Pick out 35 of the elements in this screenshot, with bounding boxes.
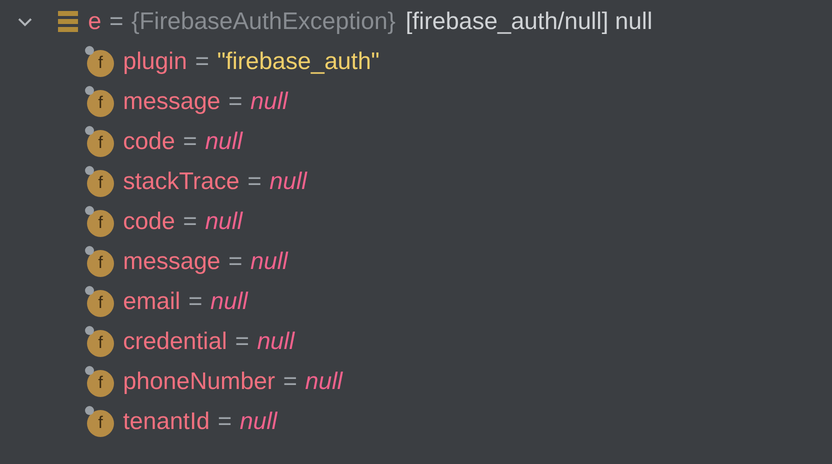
null-value: null <box>205 207 242 237</box>
type-label: {FirebaseAuthException} <box>131 7 396 37</box>
equals-sign: = <box>183 127 198 157</box>
field-name: stackTrace <box>123 167 240 197</box>
null-value: null <box>250 247 288 277</box>
equals-sign: = <box>283 367 298 397</box>
equals-sign: = <box>109 7 124 37</box>
equals-sign: = <box>195 47 210 77</box>
field-name: tenantId <box>123 407 210 437</box>
null-value: null <box>270 167 307 197</box>
field-name: code <box>123 127 176 157</box>
equals-sign: = <box>183 207 198 237</box>
field-name: plugin <box>123 47 188 77</box>
field-name: message <box>123 87 220 117</box>
string-value: "firebase_auth" <box>217 47 380 77</box>
null-value: null <box>205 127 242 157</box>
null-value: null <box>305 367 342 397</box>
null-value: null <box>250 87 288 117</box>
equals-sign: = <box>218 407 232 437</box>
null-value: null <box>257 327 294 357</box>
null-value: null <box>240 407 278 437</box>
field-name: code <box>123 207 176 237</box>
value-text: [firebase_auth/null] null <box>406 7 652 37</box>
equals-sign: = <box>247 167 262 197</box>
field-name: credential <box>123 327 228 357</box>
variable-name: e <box>88 7 102 37</box>
field-name: message <box>123 247 220 277</box>
equals-sign: = <box>228 87 242 117</box>
equals-sign: = <box>228 247 242 277</box>
equals-sign: = <box>188 287 202 317</box>
field-name: email <box>123 287 180 317</box>
equals-sign: = <box>235 327 250 357</box>
field-name: phoneNumber <box>123 367 276 397</box>
null-value: null <box>210 287 248 317</box>
stack-icon <box>58 11 78 33</box>
